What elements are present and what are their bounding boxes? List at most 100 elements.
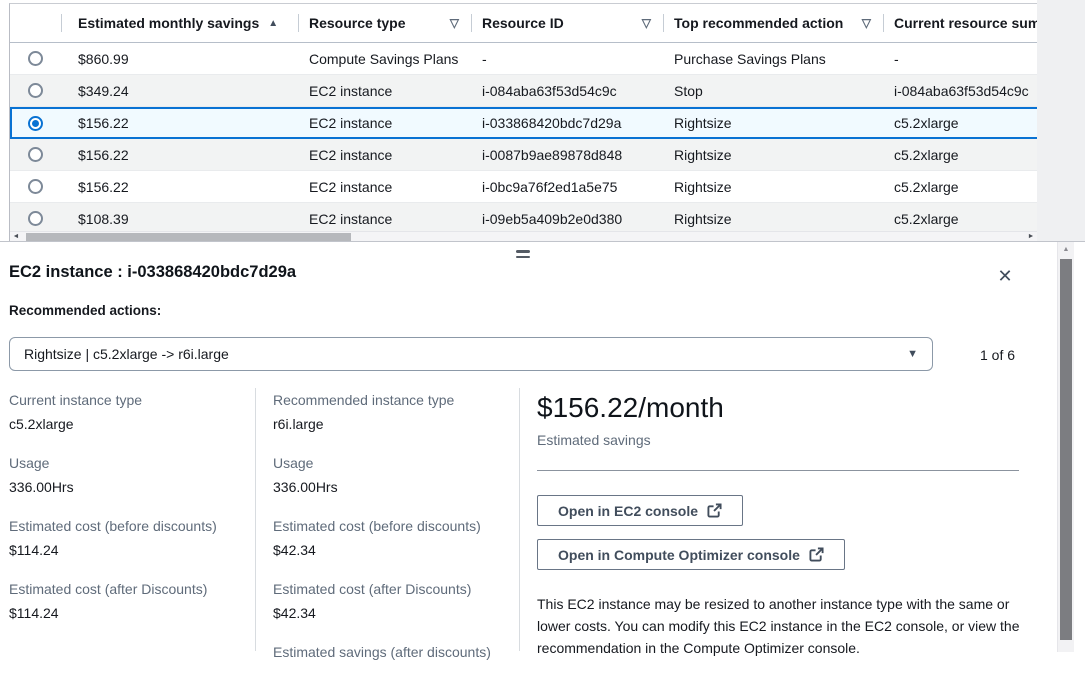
open-compute-optimizer-console-button[interactable]: Open in Compute Optimizer console [537, 539, 845, 570]
recommended-action-select[interactable]: Rightsize | c5.2xlarge -> r6i.large ▼ [9, 337, 933, 371]
row-select-radio[interactable] [28, 147, 43, 162]
open-ec2-console-button[interactable]: Open in EC2 console [537, 495, 743, 526]
panel-title: EC2 instance : i-033868420bdc7d29a [9, 263, 296, 282]
current-column: Current instance typec5.2xlarge Usage336.… [9, 392, 247, 644]
scroll-left-icon[interactable]: ◄ [10, 232, 22, 241]
field: Current instance typec5.2xlarge [9, 392, 247, 432]
scroll-up-icon[interactable]: ▲ [1058, 242, 1074, 257]
table-cell: Stop [663, 83, 883, 99]
table-cell: $156.22 [61, 179, 298, 195]
table-cell: i-084aba63f53d54c9c [883, 83, 1037, 99]
section-divider [537, 470, 1019, 471]
column-divider [519, 388, 520, 651]
table-cell: i-0087b9ae89878d848 [471, 147, 663, 163]
field-value: $42.34 [273, 542, 511, 558]
table-cell: c5.2xlarge [883, 211, 1037, 227]
field: Usage336.00Hrs [9, 455, 247, 495]
table-cell: Compute Savings Plans [298, 51, 471, 67]
field-label: Recommended instance type [273, 392, 511, 408]
horizontal-scrollbar-thumb[interactable] [26, 233, 351, 241]
filter-icon[interactable]: ▽ [450, 16, 459, 30]
table-cell: i-033868420bdc7d29a [471, 115, 663, 131]
table-row[interactable]: $156.22EC2 instancei-0bc9a76f2ed1a5e75Ri… [10, 171, 1037, 203]
table-cell: EC2 instance [298, 211, 471, 227]
vertical-scrollbar[interactable]: ▲ [1057, 242, 1074, 652]
vertical-scrollbar-thumb[interactable] [1060, 259, 1072, 640]
close-icon[interactable]: ✕ [994, 265, 1016, 287]
table-row[interactable]: $156.22EC2 instancei-0087b9ae89878d848Ri… [10, 139, 1037, 171]
table-cell: - [883, 51, 1037, 67]
external-link-icon [809, 547, 824, 562]
caret-down-icon: ▼ [907, 348, 918, 360]
table-row[interactable]: $860.99Compute Savings Plans-Purchase Sa… [10, 43, 1037, 75]
field: Estimated cost (after Discounts) $42.34 [273, 581, 511, 621]
row-select-radio[interactable] [28, 51, 43, 66]
filter-icon[interactable]: ▽ [642, 16, 651, 30]
pagination-status: 1 of 6 [980, 347, 1015, 363]
column-header-resource-id[interactable]: Resource ID ▽ [471, 4, 663, 42]
table-cell: EC2 instance [298, 83, 471, 99]
select-value: Rightsize | c5.2xlarge -> r6i.large [24, 346, 229, 362]
table-cell: Purchase Savings Plans [663, 51, 883, 67]
radio-cell [10, 147, 61, 162]
table-header: Estimated monthly savings ▲ Resource typ… [10, 4, 1037, 43]
recommendation-description: This EC2 instance may be resized to anot… [537, 593, 1037, 659]
table-cell: EC2 instance [298, 179, 471, 195]
recommended-actions-label: Recommended actions: [9, 303, 161, 318]
table-cell: i-084aba63f53d54c9c [471, 83, 663, 99]
table-cell: - [471, 51, 663, 67]
field-label: Usage [9, 455, 247, 471]
row-select-radio[interactable] [28, 116, 43, 131]
field-label: Estimated cost (before discounts) [273, 518, 511, 534]
field: Estimated cost (before discounts) $114.24 [9, 518, 247, 558]
field: Recommended instance typer6i.large [273, 392, 511, 432]
external-link-icon [707, 503, 722, 518]
column-header-estimated-monthly-savings[interactable]: Estimated monthly savings ▲ [61, 4, 298, 42]
table-row[interactable]: $349.24EC2 instancei-084aba63f53d54c9cSt… [10, 75, 1037, 107]
field-value: c5.2xlarge [9, 416, 247, 432]
scroll-right-icon[interactable]: ► [1025, 232, 1037, 241]
radio-cell [10, 116, 61, 131]
table-body: $860.99Compute Savings Plans-Purchase Sa… [10, 43, 1037, 235]
table-cell: EC2 instance [298, 147, 471, 163]
table-cell: c5.2xlarge [883, 179, 1037, 195]
field-label: Estimated cost (after Discounts) [273, 581, 511, 597]
radio-cell [10, 211, 61, 226]
page-background-gutter [1037, 0, 1085, 241]
row-select-radio[interactable] [28, 179, 43, 194]
button-label: Open in EC2 console [558, 503, 698, 519]
table-cell: i-09eb5a409b2e0d380 [471, 211, 663, 227]
field-label: Estimated cost (after Discounts) [9, 581, 247, 597]
select-column-header [10, 4, 61, 42]
field: Estimated cost (before discounts) $42.34 [273, 518, 511, 558]
column-header-resource-type[interactable]: Resource type ▽ [298, 4, 471, 42]
column-header-top-recommended-action[interactable]: Top recommended action ▽ [663, 4, 883, 42]
field: Usage336.00Hrs [273, 455, 511, 495]
table-cell: Rightsize [663, 147, 883, 163]
column-header-current-resource-summary[interactable]: Current resource summary [883, 4, 1037, 42]
savings-caption: Estimated savings [537, 432, 1019, 448]
radio-cell [10, 83, 61, 98]
table-cell: $860.99 [61, 51, 298, 67]
horizontal-scrollbar[interactable]: ◄ ► [10, 231, 1037, 241]
radio-cell [10, 51, 61, 66]
field-label: Estimated savings (after discounts) [273, 644, 511, 660]
filter-icon[interactable]: ▽ [862, 16, 871, 30]
table-cell: Rightsize [663, 179, 883, 195]
column-label: Resource ID [482, 15, 564, 31]
row-select-radio[interactable] [28, 211, 43, 226]
sort-ascending-icon[interactable]: ▲ [268, 18, 278, 29]
field-label: Usage [273, 455, 511, 471]
column-label: Resource type [309, 15, 405, 31]
recommended-column: Recommended instance typer6i.large Usage3… [273, 392, 511, 683]
table-cell: $349.24 [61, 83, 298, 99]
split-panel-drag-handle-icon[interactable] [516, 250, 530, 261]
column-divider [255, 388, 256, 651]
table-cell: c5.2xlarge [883, 115, 1037, 131]
field: Estimated savings (after discounts) [273, 644, 511, 660]
row-select-radio[interactable] [28, 83, 43, 98]
field-label: Estimated cost (before discounts) [9, 518, 247, 534]
field-value: $42.34 [273, 605, 511, 621]
field-value: $114.24 [9, 542, 247, 558]
table-row[interactable]: $156.22EC2 instancei-033868420bdc7d29aRi… [10, 107, 1037, 139]
